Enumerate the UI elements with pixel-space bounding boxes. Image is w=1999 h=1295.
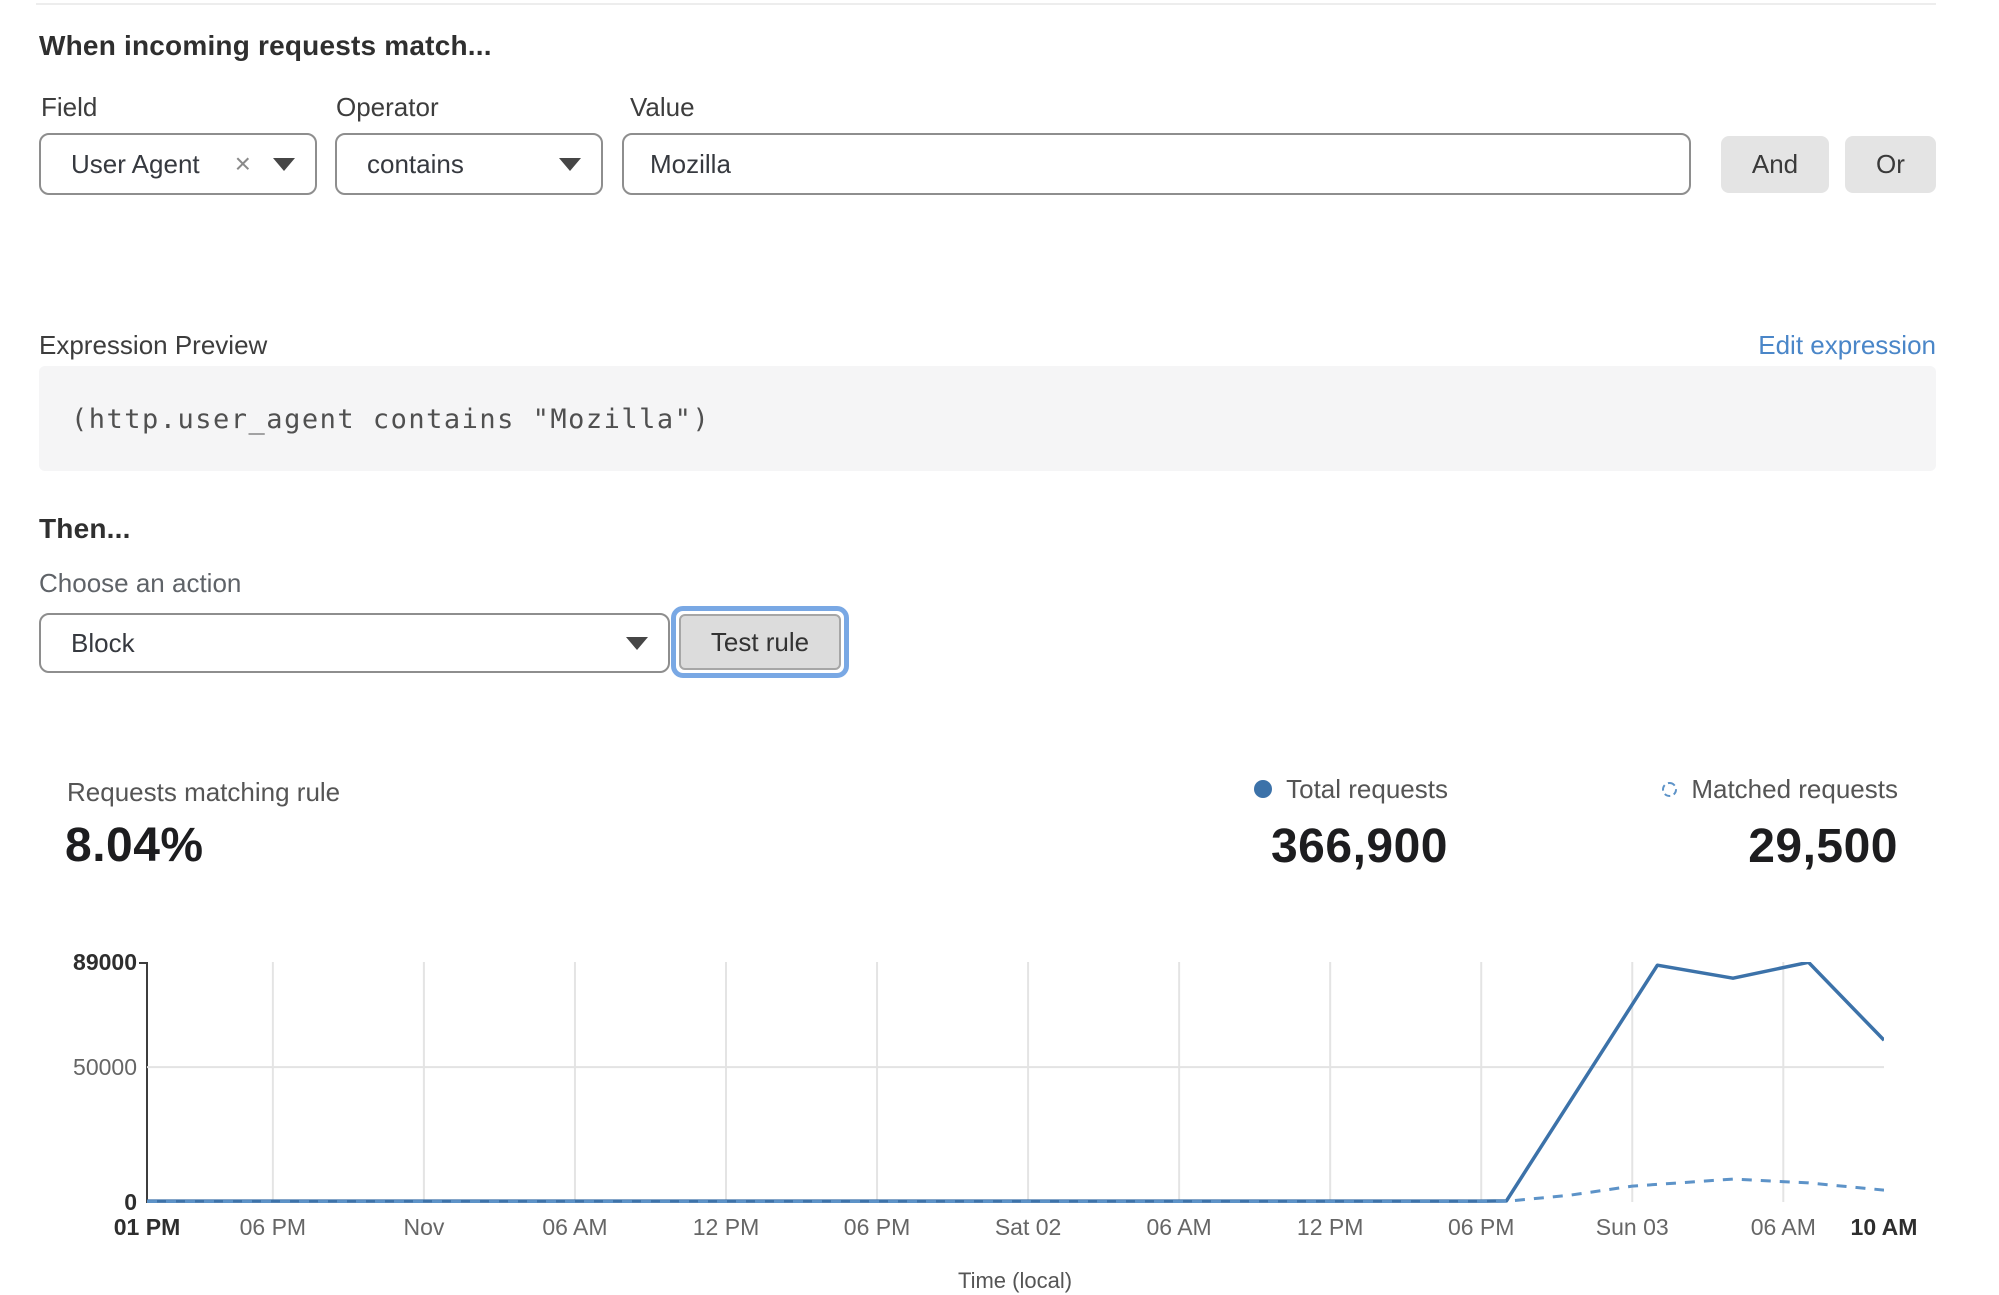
- chart-x-tick-label: 12 PM: [1260, 1213, 1400, 1241]
- expression-preview-label: Expression Preview: [39, 330, 267, 361]
- total-requests-value: 366,900: [1254, 819, 1448, 874]
- edit-expression-link[interactable]: Edit expression: [1758, 330, 1936, 361]
- chart-y-tick-label: 50000: [27, 1053, 137, 1081]
- or-button[interactable]: Or: [1845, 136, 1936, 193]
- section-title-then: Then...: [39, 513, 131, 545]
- value-input[interactable]: [624, 135, 1689, 193]
- matched-requests-stat: Matched requests 29,500: [1662, 775, 1898, 874]
- operator-selected-value: contains: [367, 149, 559, 180]
- field-select[interactable]: User Agent ×: [39, 133, 317, 195]
- value-label: Value: [630, 92, 695, 123]
- solid-dot-icon: [1254, 780, 1272, 798]
- firewall-rule-builder-page: When incoming requests match... Field Op…: [0, 0, 1999, 1295]
- field-selected-value: User Agent: [71, 149, 235, 180]
- chart-y-tick-label: 89000: [27, 948, 137, 976]
- caret-down-icon: [626, 637, 648, 650]
- and-button[interactable]: And: [1721, 136, 1829, 193]
- test-rule-focus-ring: Test rule: [671, 606, 849, 678]
- total-requests-label: Total requests: [1286, 774, 1448, 805]
- chart-x-tick-label: 06 PM: [203, 1213, 343, 1241]
- chart-x-tick-label: Sat 02: [958, 1213, 1098, 1241]
- action-selected-value: Block: [71, 628, 626, 659]
- section-title-when: When incoming requests match...: [39, 30, 492, 62]
- test-rule-button[interactable]: Test rule: [679, 614, 841, 670]
- chart-y-axis-top-tick: [139, 962, 146, 964]
- chart-x-tick-label: 01 PM: [77, 1213, 217, 1241]
- matched-requests-legend[interactable]: Matched requests: [1662, 775, 1898, 803]
- total-requests-stat: Total requests 366,900: [1254, 775, 1448, 874]
- chart-x-tick-label: 06 AM: [505, 1213, 645, 1241]
- requests-matching-label: Requests matching rule: [67, 777, 340, 808]
- total-requests-legend[interactable]: Total requests: [1254, 775, 1448, 803]
- value-input-wrap: [622, 133, 1691, 195]
- matched-requests-label: Matched requests: [1691, 774, 1898, 805]
- chart-x-tick-label: 06 PM: [1411, 1213, 1551, 1241]
- chart-x-tick-label: 06 PM: [807, 1213, 947, 1241]
- expression-code: (http.user_agent contains "Mozilla"): [71, 404, 710, 435]
- chart-y-tick-label: 0: [27, 1188, 137, 1216]
- caret-down-icon: [273, 158, 295, 171]
- caret-down-icon: [559, 158, 581, 171]
- operator-select[interactable]: contains: [335, 133, 603, 195]
- chart-series-line-total-requests: [147, 962, 1884, 1201]
- top-divider: [36, 3, 1936, 5]
- requests-matching-value: 8.04%: [65, 818, 204, 873]
- field-label: Field: [41, 92, 97, 123]
- dashed-circle-icon: [1662, 782, 1677, 797]
- chart-x-tick-label: 12 PM: [656, 1213, 796, 1241]
- chart-series-line-matched-requests: [147, 1179, 1884, 1202]
- matched-requests-value: 29,500: [1662, 819, 1898, 874]
- chart-x-axis-title: Time (local): [915, 1268, 1115, 1294]
- clear-field-icon[interactable]: ×: [235, 150, 251, 178]
- chart-x-tick-label: 06 AM: [1109, 1213, 1249, 1241]
- chart-x-tick-label: Sun 03: [1562, 1213, 1702, 1241]
- action-select[interactable]: Block: [39, 613, 670, 673]
- requests-line-chart: [147, 962, 1884, 1203]
- chart-x-tick-label: Nov: [354, 1213, 494, 1241]
- choose-action-label: Choose an action: [39, 568, 241, 599]
- operator-label: Operator: [336, 92, 439, 123]
- chart-x-tick-label: 10 AM: [1814, 1213, 1954, 1241]
